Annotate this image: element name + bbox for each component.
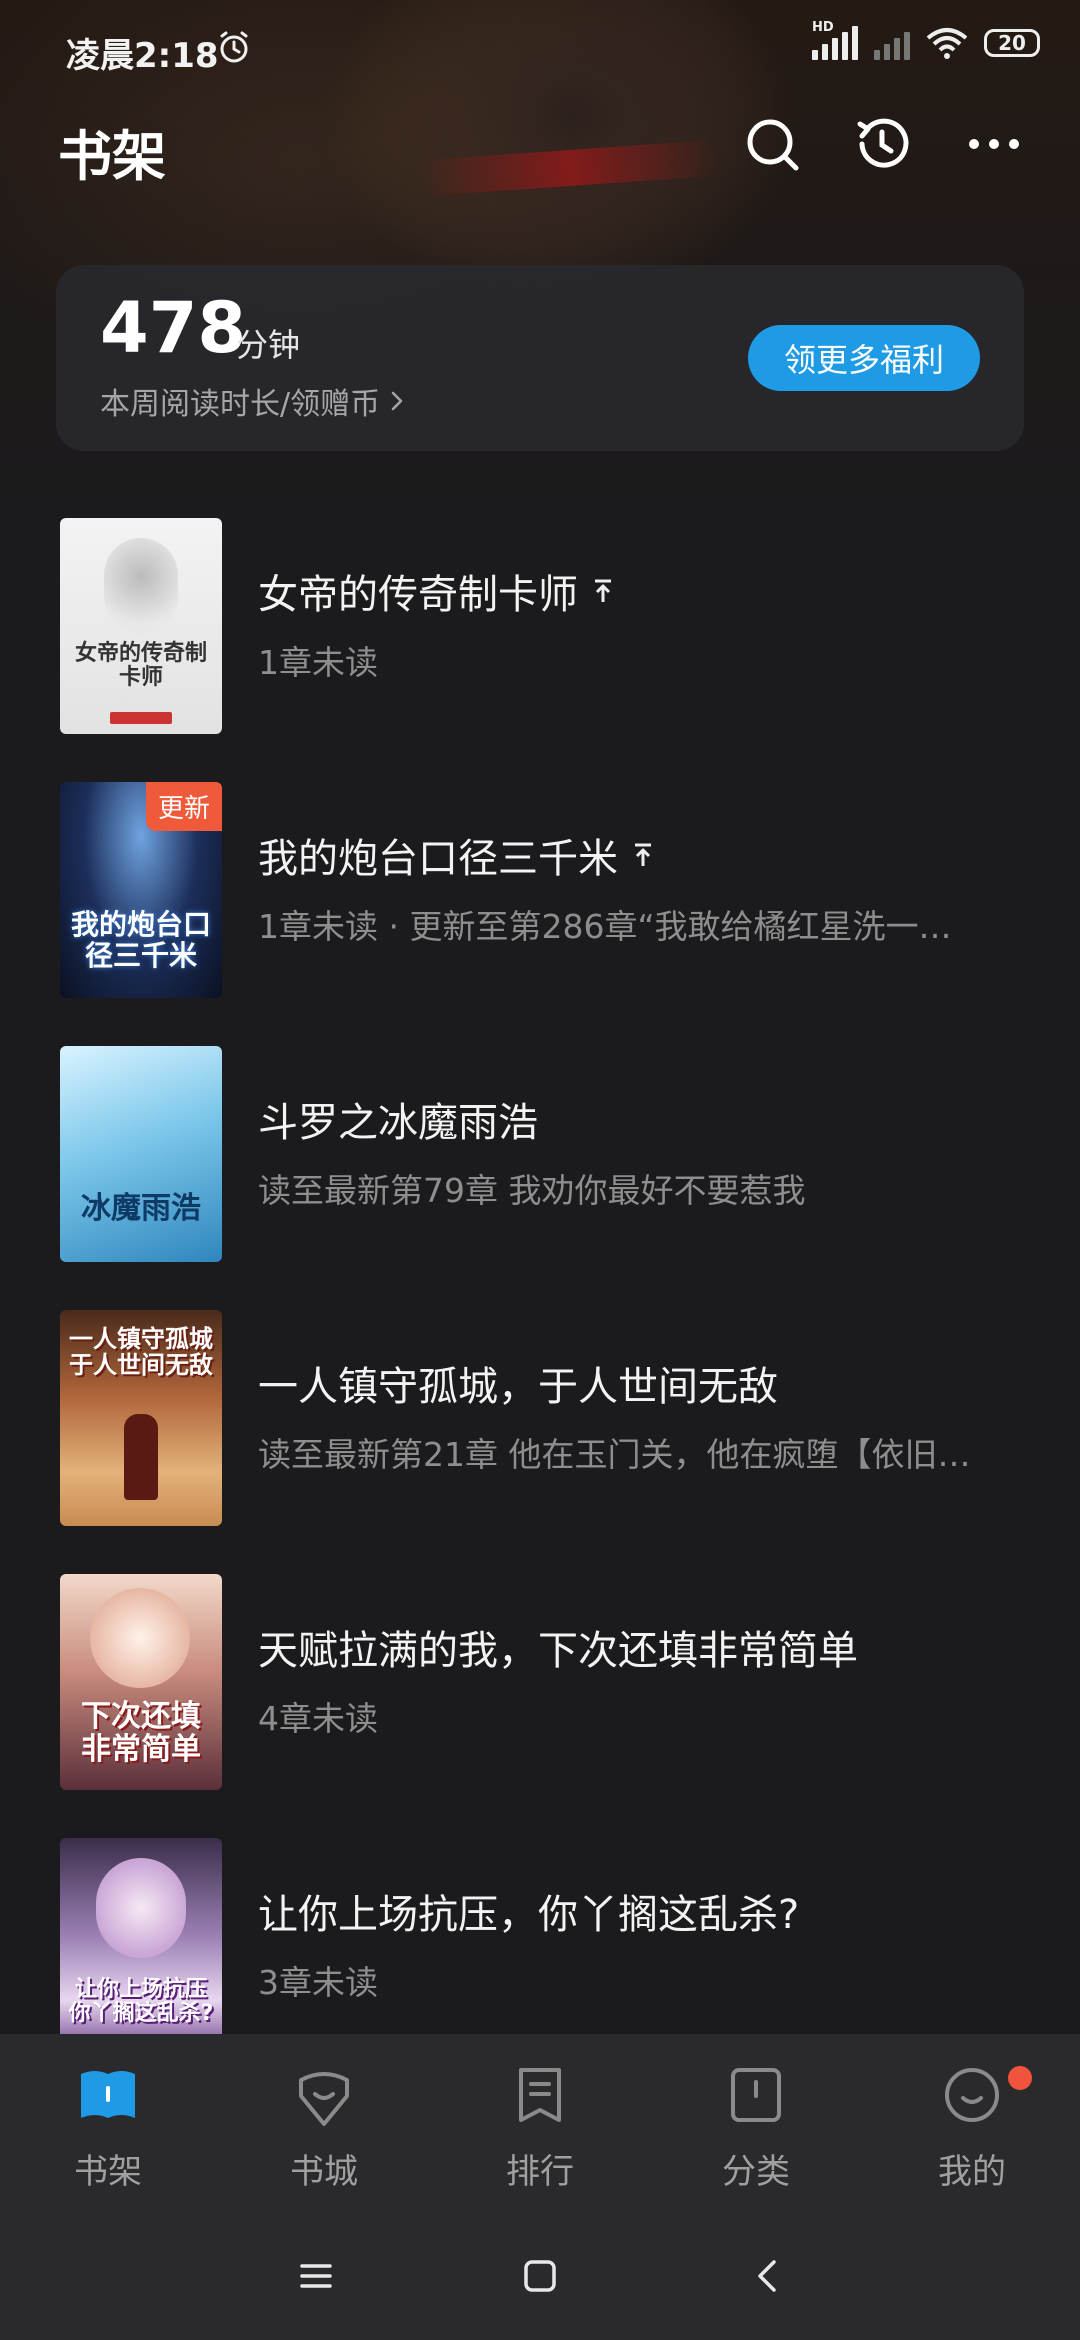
cover-title: 冰魔雨浩	[81, 1191, 201, 1226]
book-progress: 3章未读	[258, 1963, 378, 2002]
book-cover[interactable]: 女帝的传奇制卡师	[60, 518, 222, 734]
status-bar: 凌晨2:18 HD 20	[0, 0, 1080, 100]
page-title: 书架	[58, 125, 166, 188]
signal-icon: HD	[812, 20, 858, 60]
book-title-row: 天赋拉满的我，下次还填非常简单	[258, 1618, 858, 1676]
cover-art	[96, 1858, 186, 1958]
book-item[interactable]: 女帝的传奇制卡师 女帝的传奇制卡师 1章未读	[0, 518, 1080, 738]
reading-time-card[interactable]: 478 分钟 本周阅读时长/领赠币 领更多福利	[56, 265, 1024, 451]
nav-label: 我的	[938, 2152, 1006, 2192]
book-cover[interactable]: 一人镇守孤城 于人世间无敌	[60, 1310, 222, 1526]
book-cover[interactable]: 让你上场抗压 你丫搁这乱杀?	[60, 1838, 222, 2034]
profile-icon	[945, 2068, 999, 2122]
more-welfare-button[interactable]: 领更多福利	[748, 325, 980, 391]
cover-art	[104, 538, 178, 634]
pin-top-icon	[635, 843, 651, 866]
book-item[interactable]: 冰魔雨浩 斗罗之冰魔雨浩 读至最新第79章 我劝你最好不要惹我	[0, 1046, 1080, 1266]
nav-label: 书城	[290, 2152, 358, 2192]
chevron-right-icon	[391, 391, 403, 411]
book-title-row: 一人镇守孤城，于人世间无敌	[258, 1354, 778, 1412]
book-title: 我的炮台口径三千米	[258, 836, 618, 882]
network-badge: HD	[812, 20, 834, 35]
book-progress: 读至最新第79章 我劝你最好不要惹我	[258, 1171, 806, 1210]
book-title-row: 女帝的传奇制卡师	[258, 562, 614, 620]
book-progress: 1章未读 · 更新至第286章“我敢给橘红星洗一…	[258, 907, 952, 946]
cover-title: 一人镇守孤城 于人世间无敌	[69, 1325, 213, 1380]
book-title: 斗罗之冰魔雨浩	[258, 1100, 538, 1146]
book-title: 一人镇守孤城，于人世间无敌	[258, 1364, 778, 1410]
nav-label: 书架	[74, 2152, 142, 2192]
cover-art	[124, 1414, 158, 1500]
cover-title: 我的炮台口径三千米	[70, 908, 211, 972]
nav-label: 排行	[506, 2152, 574, 2192]
history-icon[interactable]	[850, 112, 914, 176]
nav-label: 分类	[722, 2152, 790, 2192]
book-item[interactable]: 下次还填 非常简单 天赋拉满的我，下次还填非常简单 4章未读	[0, 1574, 1080, 1794]
menu-icon[interactable]	[292, 2252, 340, 2300]
book-title-row: 让你上场抗压，你丫搁这乱杀?	[258, 1882, 799, 1940]
reading-subtitle[interactable]: 本周阅读时长/领赠币	[100, 379, 404, 423]
nav-item-bookshelf[interactable]: 书架	[28, 2062, 188, 2193]
category-icon	[731, 2068, 781, 2122]
book-progress: 读至最新第21章 他在玉门关，他在疯堕【依旧…	[258, 1435, 971, 1474]
ranking-icon	[519, 2068, 561, 2122]
nav-item-ranking[interactable]: 排行	[460, 2062, 620, 2193]
status-time: 凌晨2:18	[66, 36, 219, 76]
publisher-logo	[110, 712, 172, 724]
alarm-icon	[220, 31, 248, 63]
battery-level: 20	[998, 31, 1026, 55]
cover-title: 下次还填 非常简单	[81, 1699, 201, 1767]
more-icon[interactable]	[962, 112, 1026, 176]
system-navigation	[0, 2212, 1080, 2340]
book-progress: 4章未读	[258, 1699, 378, 1738]
book-title: 女帝的传奇制卡师	[258, 572, 578, 618]
pin-top-icon	[595, 579, 611, 602]
book-item[interactable]: 一人镇守孤城 于人世间无敌 一人镇守孤城，于人世间无敌 读至最新第21章 他在玉…	[0, 1310, 1080, 1530]
nav-item-bookstore[interactable]: 书城	[244, 2062, 404, 2193]
signal-off-icon	[874, 26, 910, 60]
book-title: 天赋拉满的我，下次还填非常简单	[258, 1628, 858, 1674]
bottom-navigation: 书架 书城 排行 分类 我的	[0, 2034, 1080, 2212]
book-title-row: 我的炮台口径三千米	[258, 826, 654, 884]
search-icon[interactable]	[740, 112, 804, 176]
reading-unit: 分钟	[236, 326, 301, 364]
bookstore-icon	[299, 2072, 349, 2126]
cover-title: 让你上场抗压 你丫搁这乱杀?	[68, 1977, 214, 2027]
cover-art	[90, 1588, 190, 1688]
book-item[interactable]: 我的炮台口径三千米 更新 我的炮台口径三千米 1章未读 · 更新至第286章“我…	[0, 782, 1080, 1002]
book-progress: 1章未读	[258, 643, 378, 682]
cover-title: 女帝的传奇制卡师	[74, 641, 207, 691]
book-cover[interactable]: 冰魔雨浩	[60, 1046, 222, 1262]
book-item[interactable]: 让你上场抗压 你丫搁这乱杀? 让你上场抗压，你丫搁这乱杀? 3章未读	[0, 1838, 1080, 2034]
book-title: 让你上场抗压，你丫搁这乱杀?	[258, 1892, 800, 1938]
notification-dot	[1008, 2066, 1032, 2090]
back-icon[interactable]	[744, 2252, 792, 2300]
book-title-row: 斗罗之冰魔雨浩	[258, 1090, 538, 1148]
bookshelf-icon	[81, 2071, 135, 2118]
home-icon[interactable]	[516, 2252, 564, 2300]
book-cover[interactable]: 下次还填 非常简单	[60, 1574, 222, 1790]
reading-subtitle-text: 本周阅读时长/领赠币	[100, 387, 381, 422]
update-badge: 更新	[145, 782, 222, 831]
wifi-icon	[926, 28, 968, 59]
book-cover[interactable]: 我的炮台口径三千米 更新	[60, 782, 222, 998]
battery-icon: 20	[984, 29, 1040, 57]
reading-minutes: 478	[100, 287, 247, 369]
nav-item-category[interactable]: 分类	[676, 2062, 836, 2193]
